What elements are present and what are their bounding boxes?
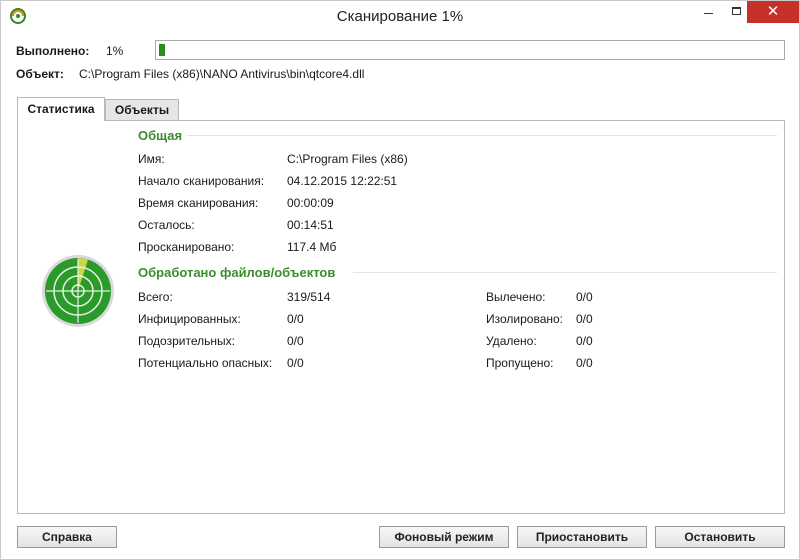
quarantined-label: Изолировано: [486,312,564,326]
infected-label: Инфицированных: [138,312,241,326]
title-bar: Сканирование 1% ✕ [1,1,799,32]
infected-value: 0/0 [287,312,304,326]
minimize-icon [704,13,713,14]
statistics-panel [17,120,785,514]
total-label: Всего: [138,290,173,304]
radar-icon [42,255,114,327]
suspicious-label: Подозрительных: [138,334,235,348]
skipped-value: 0/0 [576,356,593,370]
scan-start-value: 04.12.2015 12:22:51 [287,174,398,188]
remaining-label: Осталось: [138,218,195,232]
name-value: C:\Program Files (x86) [287,152,408,166]
cured-label: Вылечено: [486,290,546,304]
name-label: Имя: [138,152,165,166]
scan-time-label: Время сканирования: [138,196,259,210]
progress-percent: 1% [106,44,124,58]
tab-statistics[interactable]: Статистика [17,97,105,121]
tab-objects[interactable]: Объекты [105,99,179,120]
skipped-label: Пропущено: [486,356,554,370]
suspicious-value: 0/0 [287,334,304,348]
general-section-title: Общая [138,128,183,143]
potentially-dangerous-label: Потенциально опасных: [138,356,273,370]
scan-progress-bar [155,40,785,60]
close-button[interactable]: ✕ [747,1,799,23]
object-label: Объект: [16,67,64,81]
pause-button[interactable]: Приостановить [517,526,647,548]
help-button[interactable]: Справка [17,526,117,548]
scan-window: Сканирование 1% ✕ Выполнено: 1% Объект: … [0,0,800,560]
close-icon: ✕ [766,3,780,20]
progress-fill [159,44,165,56]
scanned-value: 117.4 Мб [287,240,337,254]
scan-start-label: Начало сканирования: [138,174,265,188]
stop-button[interactable]: Остановить [655,526,785,548]
processed-section-title: Обработано файлов/объектов [138,265,336,280]
quarantined-value: 0/0 [576,312,593,326]
deleted-value: 0/0 [576,334,593,348]
cured-value: 0/0 [576,290,593,304]
maximize-icon [732,7,741,15]
window-title: Сканирование 1% [336,8,464,25]
background-mode-button[interactable]: Фоновый режим [379,526,509,548]
scan-time-value: 00:00:09 [287,196,334,210]
remaining-value: 00:14:51 [287,218,334,232]
deleted-label: Удалено: [486,334,537,348]
processed-divider [353,272,777,273]
potentially-dangerous-value: 0/0 [287,356,304,370]
scanned-label: Просканировано: [138,240,235,254]
total-value: 319/514 [287,290,331,304]
progress-label: Выполнено: [16,44,90,58]
general-divider [187,135,777,136]
object-path: C:\Program Files (x86)\NANO Antivirus\bi… [79,67,365,81]
minimize-button[interactable] [691,1,725,23]
